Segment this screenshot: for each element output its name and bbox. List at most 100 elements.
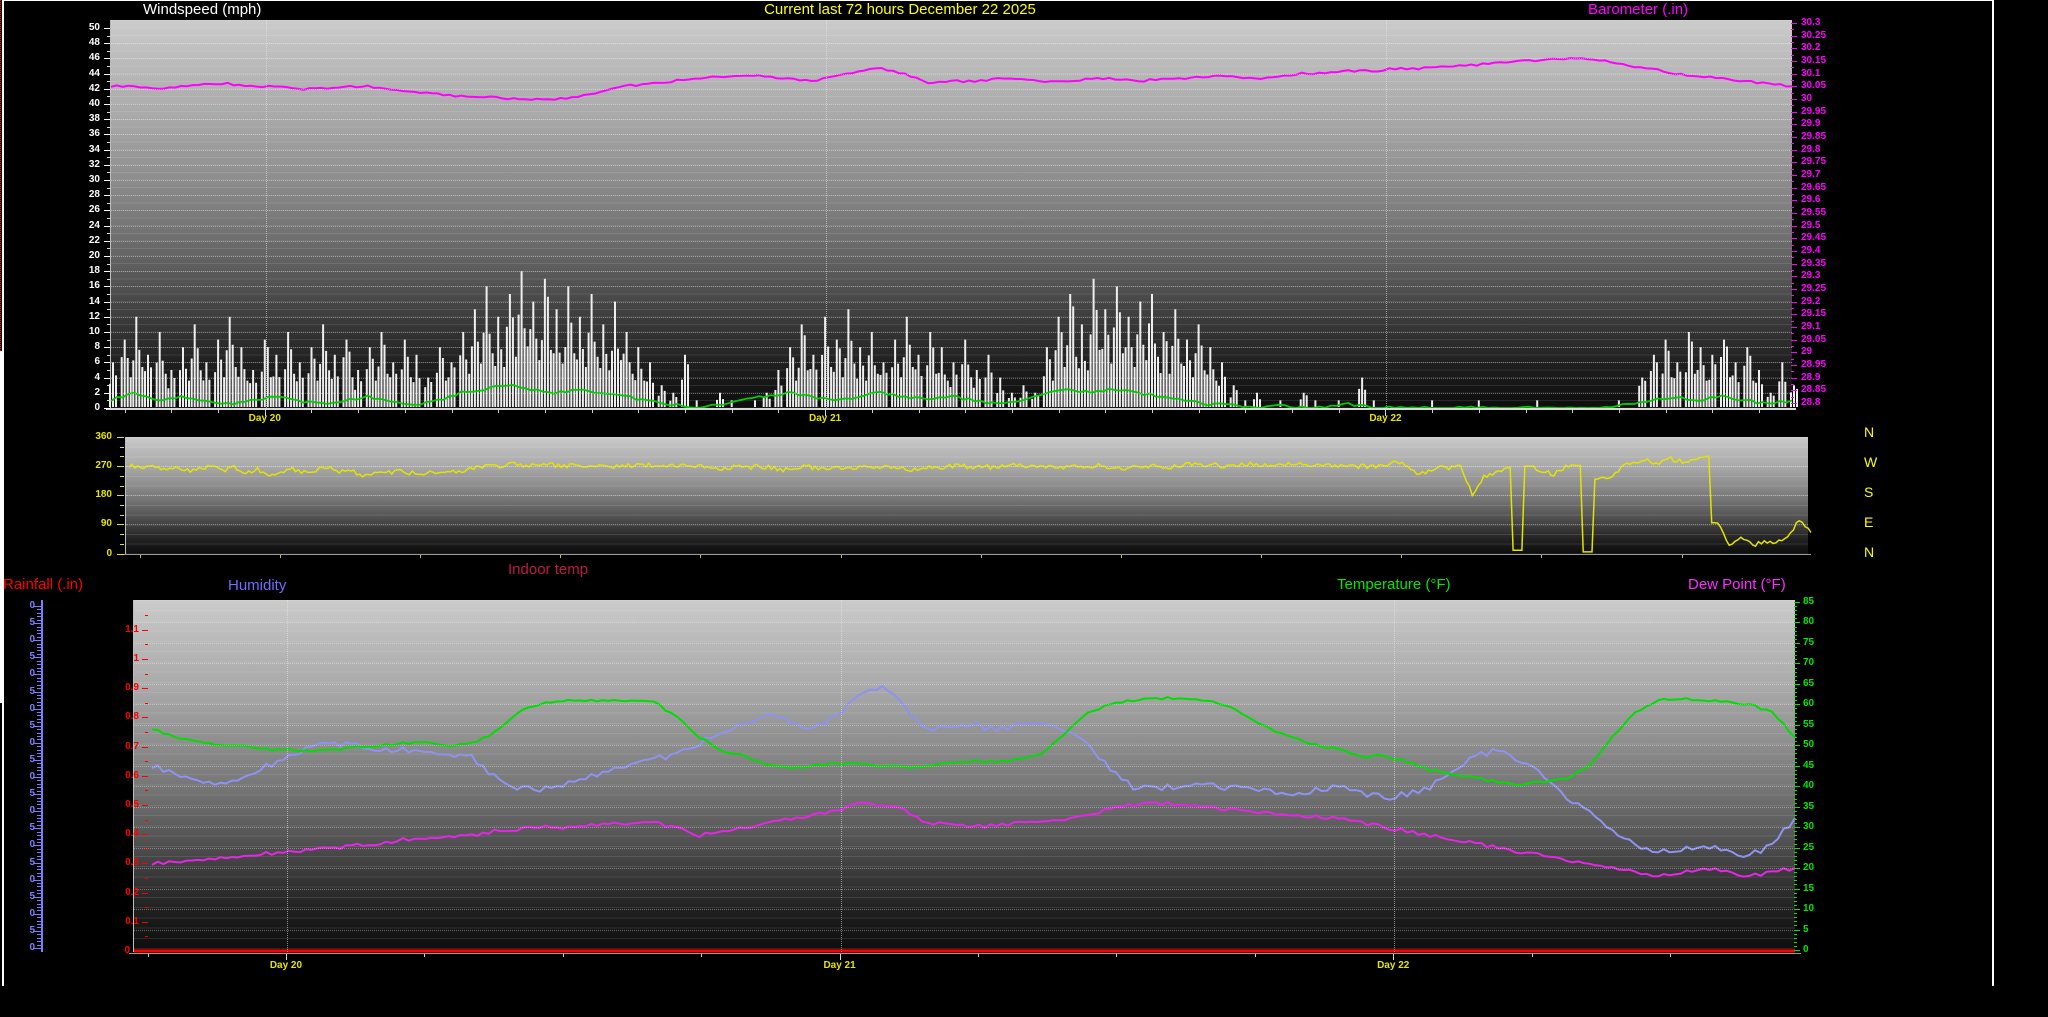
axis-tick	[1794, 745, 1800, 746]
axis-tick	[37, 873, 41, 874]
day-label: Day 22	[1345, 413, 1425, 424]
axis-tick	[1255, 954, 1256, 957]
axis-tick	[37, 630, 41, 631]
axis-tick	[1794, 655, 1797, 656]
axis-tick	[452, 410, 453, 413]
axis-tick	[37, 705, 41, 706]
axis-tick	[1479, 410, 1480, 413]
humidity-tick-label: 0	[25, 635, 35, 645]
axis-tick	[1791, 371, 1794, 372]
axis-tick	[120, 456, 124, 457]
axis-tick	[1791, 175, 1797, 176]
axis-tick	[37, 627, 41, 628]
axis-tick	[117, 554, 124, 555]
axis-tick	[1794, 672, 1797, 673]
axis-tick	[1791, 169, 1794, 170]
axis-tick	[1791, 257, 1794, 258]
axis-tick	[1794, 917, 1797, 918]
axis-tick	[142, 805, 148, 806]
rainfall-tick-label: 0.4	[114, 829, 139, 839]
main-x-axis-line	[129, 953, 1801, 954]
humidity-tick-label: 5	[25, 926, 35, 936]
axis-tick-label: 32	[60, 160, 100, 170]
axis-tick	[1794, 651, 1797, 652]
axis-tick-label: 28.85	[1801, 385, 1826, 395]
rainfall-tick-label: 0.7	[114, 742, 139, 752]
axis-tick	[117, 437, 124, 438]
axis-tick	[107, 264, 110, 265]
axis-tick	[1532, 954, 1533, 957]
axis-tick	[142, 893, 148, 894]
axis-tick-label: 29.4	[1801, 246, 1820, 256]
axis-tick	[1791, 188, 1797, 189]
axis-tick-label: 29.5	[1801, 221, 1820, 231]
axis-tick	[311, 410, 312, 413]
axis-tick	[1794, 790, 1797, 791]
axis-tick-label: 29.3	[1801, 271, 1820, 281]
axis-tick	[37, 787, 41, 788]
axis-tick	[1794, 876, 1797, 877]
dew-point-line	[152, 802, 1795, 877]
axis-tick	[1794, 680, 1797, 681]
rainfall-tick-label: 1	[114, 654, 139, 664]
axis-tick-label: 28.9	[1801, 373, 1820, 383]
axis-tick	[1794, 893, 1797, 894]
axis-tick	[107, 127, 110, 128]
axis-tick	[1791, 137, 1797, 138]
axis-tick	[1794, 721, 1797, 722]
axis-tick	[778, 410, 779, 413]
axis-tick-label: 29.2	[1801, 297, 1820, 307]
axis-tick	[1791, 346, 1794, 347]
axis-tick-label: 29.55	[1801, 208, 1826, 218]
axis-tick	[1794, 663, 1800, 664]
axis-tick-label: 0	[1803, 945, 1809, 955]
axis-tick	[37, 678, 41, 679]
axis-tick	[142, 659, 148, 660]
axis-tick	[1794, 622, 1800, 623]
axis-tick	[107, 385, 110, 386]
humidity-tick-label: 0	[25, 840, 35, 850]
axis-tick	[142, 688, 148, 689]
gridline	[111, 347, 1792, 348]
axis-tick	[107, 112, 110, 113]
axis-tick	[37, 753, 41, 754]
axis-tick-label: 20	[60, 251, 100, 261]
axis-tick	[37, 661, 41, 662]
axis-tick	[37, 736, 41, 737]
axis-tick	[107, 294, 110, 295]
axis-tick	[1791, 403, 1797, 404]
gridline	[111, 43, 1792, 44]
axis-tick-label: 55	[1803, 720, 1814, 730]
axis-tick	[37, 842, 41, 843]
windspeed-barometer-panel	[110, 20, 1792, 408]
axis-tick	[1791, 48, 1797, 49]
humidity-tick-label: 0	[25, 704, 35, 714]
axis-tick	[37, 733, 41, 734]
axis-tick	[1794, 856, 1797, 857]
axis-tick	[1791, 397, 1794, 398]
axis-tick	[1791, 143, 1794, 144]
axis-tick-label: 20	[1803, 863, 1814, 873]
axis-tick	[37, 815, 41, 816]
axis-tick-label: 25	[1803, 843, 1814, 853]
axis-tick	[1794, 725, 1800, 726]
axis-tick	[104, 134, 110, 135]
axis-tick	[1116, 954, 1117, 957]
axis-tick-label: 2	[60, 388, 100, 398]
day-gridline	[1386, 20, 1387, 408]
axis-tick-label: 180	[72, 490, 112, 500]
axis-tick	[104, 165, 110, 166]
axis-tick	[1794, 860, 1797, 861]
axis-tick	[1794, 762, 1797, 763]
axis-tick	[1794, 921, 1797, 922]
axis-tick	[1012, 410, 1013, 413]
axis-tick	[1791, 29, 1794, 30]
axis-tick	[1794, 770, 1797, 771]
axis-tick-label: 29.35	[1801, 259, 1826, 269]
axis-tick-label: 30	[1803, 822, 1814, 832]
axis-tick	[107, 172, 110, 173]
axis-tick	[1791, 112, 1797, 113]
gridline	[134, 889, 1795, 890]
axis-tick	[107, 233, 110, 234]
axis-tick-label: 29.75	[1801, 157, 1826, 167]
